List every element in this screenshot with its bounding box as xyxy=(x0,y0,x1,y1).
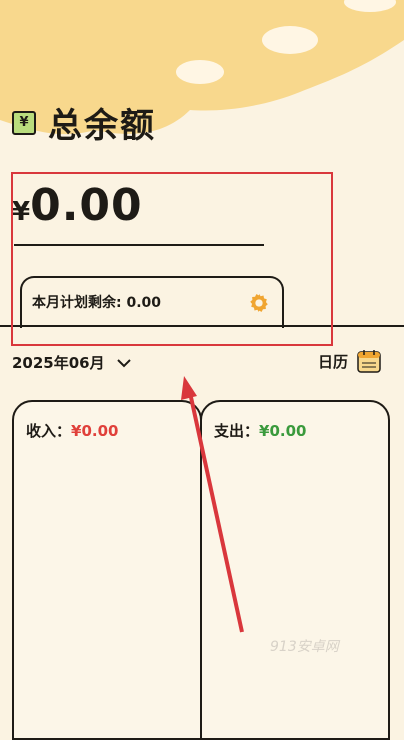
chevron-down-icon xyxy=(116,358,131,367)
balance-header: ¥ 总余额 xyxy=(12,98,156,147)
expense-summary: 支出：¥0.00 xyxy=(214,420,306,441)
calendar-button[interactable]: 日历 xyxy=(318,348,382,374)
total-balance: ¥ 0.00 xyxy=(12,180,143,231)
income-value: ¥0.00 xyxy=(71,422,119,440)
section-divider xyxy=(0,325,404,327)
expense-label: 支出： xyxy=(214,422,260,440)
calendar-icon xyxy=(357,350,381,373)
balance-underline xyxy=(14,244,264,246)
watermark-text: 913安卓网 xyxy=(270,639,339,655)
balance-amount: 0.00 xyxy=(30,180,143,231)
month-selector[interactable]: 2025年06月 xyxy=(12,352,131,373)
expense-panel[interactable]: 支出：¥0.00 xyxy=(200,400,390,740)
gear-icon[interactable] xyxy=(248,292,270,314)
income-panel[interactable]: 收入：¥0.00 xyxy=(12,400,202,740)
plan-remaining: 本月计划剩余: 0.00 xyxy=(32,292,161,312)
page-title: 总余额 xyxy=(48,106,156,146)
cloud-shape xyxy=(176,60,224,84)
income-label: 收入： xyxy=(26,422,72,440)
expense-value: ¥0.00 xyxy=(259,422,307,440)
calendar-label: 日历 xyxy=(317,352,348,371)
balance-currency: ¥ xyxy=(12,197,31,227)
monthly-plan-card[interactable]: 本月计划剩余: 0.00 xyxy=(20,276,284,328)
cloud-shape xyxy=(262,26,318,54)
plan-remaining-label: 本月计划剩余: xyxy=(32,295,127,311)
wallet-icon: ¥ xyxy=(12,110,36,135)
income-summary: 收入：¥0.00 xyxy=(26,420,118,441)
wallet-icon-glyph: ¥ xyxy=(19,115,29,130)
plan-remaining-value: 0.00 xyxy=(126,295,162,311)
month-label: 2025年06月 xyxy=(12,354,105,372)
